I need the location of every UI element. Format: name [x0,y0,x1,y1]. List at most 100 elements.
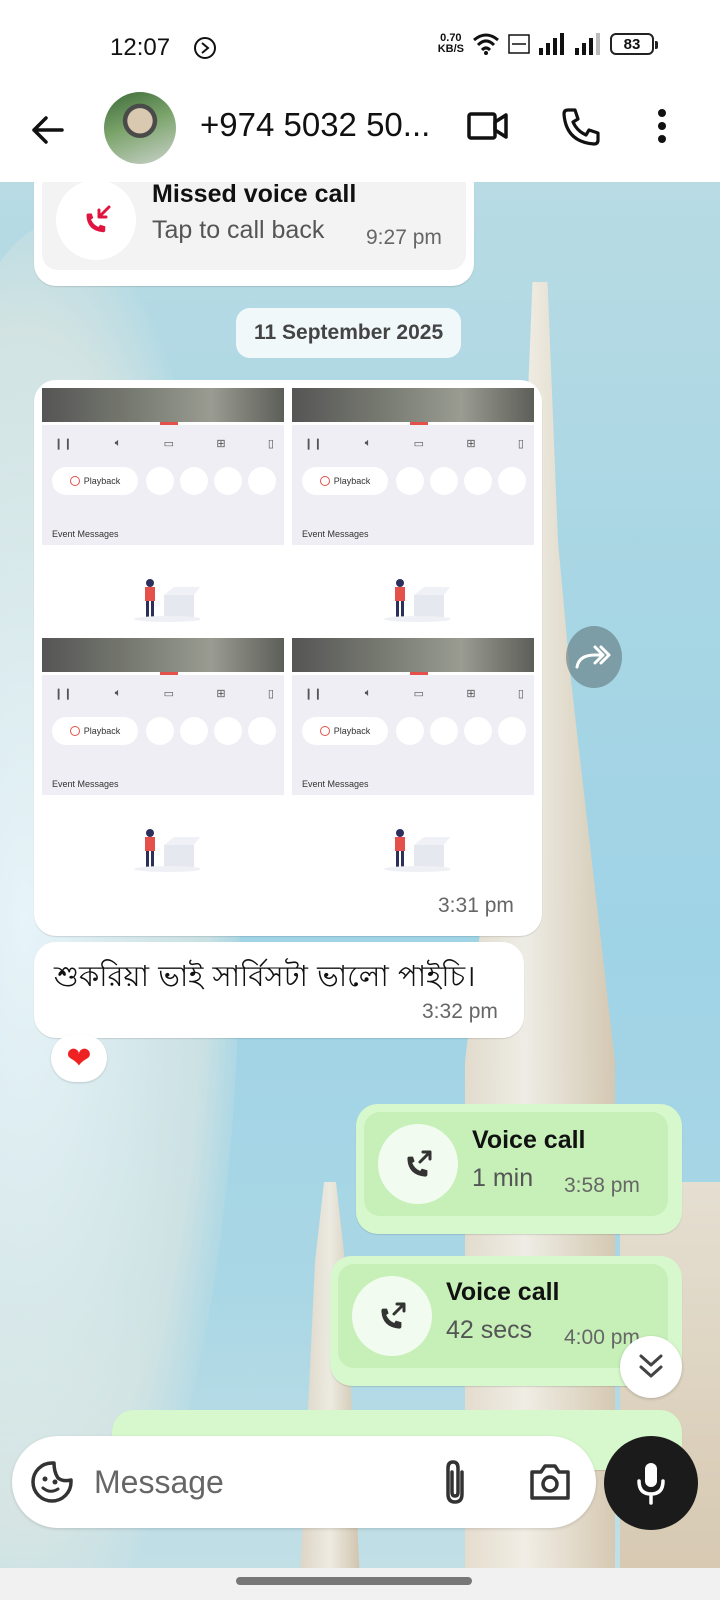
playback-icon [319,726,330,736]
voice-call-card-1: Voice call 1 min 3:58 pm [364,1112,668,1216]
heart-reaction-icon[interactable]: ❤ [51,1034,107,1082]
camera-preview [292,388,534,422]
camera-controls: ❙❙ 🔈︎ ▭ ⊞ ▯ Playback Event Messages [42,675,284,795]
phone-icon[interactable] [560,106,602,148]
grid-icon: ⊞ [216,688,226,700]
message-text: শুকরিয়া ভাই সার্বিসটা ভালো পাইচি। [54,959,476,993]
scroll-to-bottom-button[interactable] [620,1336,682,1398]
missed-call-subtitle: Tap to call back [152,216,325,244]
more-vert-icon[interactable] [652,106,672,146]
shared-image[interactable]: ❙❙ 🔈︎ ▭ ⊞ ▯ Playback Event Messages [42,388,284,636]
missed-call-bubble[interactable]: Missed voice call Tap to call back 9:27 … [34,182,474,286]
pause-icon: ❙❙ [54,688,73,700]
contact-name[interactable]: +974 5032 50... [200,106,430,144]
missed-call-circle [56,182,136,260]
date-separator: 11 September 2025 [236,308,462,358]
control-icons: ❙❙ 🔈︎ ▭ ⊞ ▯ [54,687,274,700]
outgoing-call-icon [407,1150,432,1177]
voice-call-card-2: Voice call 42 secs 4:00 pm [338,1264,668,1368]
volte-icon [508,34,530,54]
signal-icon-2 [575,33,600,55]
person-icon [248,467,276,495]
double-chevron-down-icon [639,1354,663,1378]
mic-button[interactable] [604,1436,698,1530]
event-label: Event Messages [302,529,369,539]
camera-controls: ❙❙ 🔈︎ ▭ ⊞ ▯ Playback Event Messages [292,675,534,795]
shared-image[interactable]: ❙❙ 🔈︎ ▭ ⊞ ▯ Playback Event Messages [42,638,284,886]
playback-button: Playback [52,467,138,495]
playback-button: Playback [52,717,138,745]
message-time: 3:58 pm [564,1174,640,1197]
missed-call-icon [86,205,111,233]
hd-icon: ▭ [413,688,425,700]
camera-preview [292,638,534,672]
grid-icon: ⊞ [466,438,476,450]
mic-small-icon [214,467,242,495]
camera-preview [42,638,284,672]
missed-call-title: Missed voice call [152,182,357,208]
voice-call-duration: 1 min [472,1164,534,1192]
text-message-bubble[interactable]: শুকরিয়া ভাই সার্বিসটা ভালো পাইচি। 3:32 … [34,942,524,1038]
mic-small-icon [464,717,492,745]
volume-icon: 🔈︎ [114,687,122,699]
battery-level: 83 [623,35,641,53]
fullscreen-icon: ▯ [267,438,274,450]
record-icon [180,717,208,745]
shared-image[interactable]: ❙❙ 🔈︎ ▭ ⊞ ▯ Playback Event Messages [292,388,534,636]
pause-icon: ❙❙ [304,688,323,700]
event-label: Event Messages [52,779,119,789]
playback-icon [69,726,80,736]
image-grid-bubble[interactable]: ❙❙ 🔈︎ ▭ ⊞ ▯ Playback Event Messages ❙❙ 🔈︎ ▭ ⊞ ▯ Play… [34,380,542,936]
camera-icon[interactable] [528,1462,572,1502]
control-icons: ❙❙ 🔈︎ ▭ ⊞ ▯ [304,437,524,450]
playback-button: Playback [302,467,388,495]
empty-state-illustration [384,579,450,622]
forward-icon [575,645,611,669]
message-time: 9:27 pm [366,226,442,249]
back-arrow-icon[interactable] [28,110,68,150]
message-time: 3:31 pm [438,894,514,917]
fullscreen-icon: ▯ [267,688,274,700]
shared-image[interactable]: ❙❙ 🔈︎ ▭ ⊞ ▯ Playback Event Messages [292,638,534,886]
chat-area[interactable]: Missed voice call Tap to call back 9:27 … [0,182,720,1568]
mic-icon [637,1463,665,1505]
voice-call-title: Voice call [446,1278,560,1306]
home-handle[interactable] [236,1577,472,1585]
message-time: 3:32 pm [422,1000,498,1023]
snapshot-icon [146,467,174,495]
sticker-icon[interactable] [30,1460,74,1504]
message-input[interactable] [94,1456,414,1508]
pause-icon: ❙❙ [54,438,73,450]
signal-icon [539,33,564,55]
record-icon [430,467,458,495]
grid-icon: ⊞ [216,438,226,450]
person-icon [498,467,526,495]
snapshot-icon [396,717,424,745]
control-icons: ❙❙ 🔈︎ ▭ ⊞ ▯ [304,687,524,700]
fullscreen-icon: ▯ [517,688,524,700]
playback-label: Playback [83,476,121,486]
voice-call-bubble-1[interactable]: Voice call 1 min 3:58 pm [356,1104,682,1234]
playback-icon [319,476,330,486]
volume-icon: 🔈︎ [364,437,372,449]
event-label: Event Messages [52,529,119,539]
volume-icon: 🔈︎ [114,437,122,449]
hd-icon: ▭ [413,438,425,450]
mic-small-icon [214,717,242,745]
empty-state-illustration [134,579,200,622]
speed-unit: KB/S [437,43,464,55]
snapshot-icon [146,717,174,745]
voice-call-duration: 42 secs [446,1316,533,1344]
playback-label: Playback [333,726,371,736]
camera-preview [42,388,284,422]
dnd-icon [194,37,216,59]
avatar[interactable] [104,92,176,164]
video-call-icon[interactable] [466,106,510,146]
forward-button[interactable] [566,626,622,688]
empty-state-illustration [134,829,200,872]
battery-icon: 83 [610,33,658,55]
chat-header: +974 5032 50... [0,92,720,182]
attach-icon[interactable] [440,1458,470,1506]
hd-icon: ▭ [163,688,175,700]
playback-button: Playback [302,717,388,745]
